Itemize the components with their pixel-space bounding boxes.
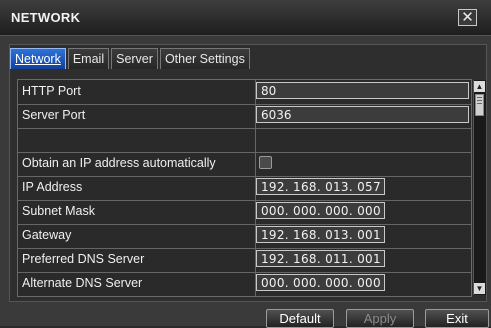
gateway-label: Gateway xyxy=(22,228,72,242)
close-button[interactable]: ✕ xyxy=(458,9,477,26)
preferred-dns-label: Preferred DNS Server xyxy=(22,252,145,266)
tab-network[interactable]: Network xyxy=(10,48,66,69)
network-window: NETWORK ✕ Network Email Server Other Set… xyxy=(0,0,491,328)
row-subnet-mask: Subnet Mask 000. 000. 000. 000 xyxy=(18,200,471,225)
default-button[interactable]: Default xyxy=(266,309,334,328)
http-port-input[interactable]: 80 xyxy=(256,82,469,99)
subnet-mask-input[interactable]: 000. 000. 000. 000 xyxy=(256,202,385,219)
server-port-input[interactable]: 6036 xyxy=(256,106,469,123)
vertical-scrollbar[interactable]: ▲ ▼ xyxy=(473,80,486,295)
gateway-input[interactable]: 192. 168. 013. 001 xyxy=(256,226,385,243)
server-port-label: Server Port xyxy=(22,108,86,122)
http-port-label: HTTP Port xyxy=(22,84,81,98)
row-http-port: HTTP Port 80 xyxy=(18,80,471,105)
ip-address-label: IP Address xyxy=(22,180,83,194)
window-title: NETWORK xyxy=(11,10,81,25)
row-obtain-ip: Obtain an IP address automatically xyxy=(18,152,471,177)
exit-button[interactable]: Exit xyxy=(425,309,489,328)
close-icon: ✕ xyxy=(461,9,474,26)
scroll-up-icon[interactable]: ▲ xyxy=(474,81,485,92)
tab-email[interactable]: Email xyxy=(67,48,110,69)
tab-bar: Network Email Server Other Settings xyxy=(10,48,252,70)
network-settings-grid: HTTP Port 80 Server Port 6036 Obtain an … xyxy=(17,79,472,297)
tab-other-settings[interactable]: Other Settings xyxy=(159,48,250,69)
obtain-ip-checkbox[interactable] xyxy=(259,156,272,169)
alternate-dns-label: Alternate DNS Server xyxy=(22,276,143,290)
row-ip-address: IP Address 192. 168. 013. 057 xyxy=(18,176,471,201)
scroll-down-icon[interactable]: ▼ xyxy=(474,283,485,294)
obtain-ip-label: Obtain an IP address automatically xyxy=(22,156,216,170)
row-server-port: Server Port 6036 xyxy=(18,104,471,129)
row-empty xyxy=(18,128,471,153)
title-bar: NETWORK ✕ xyxy=(0,0,491,36)
ip-address-input[interactable]: 192. 168. 013. 057 xyxy=(256,178,385,195)
row-gateway: Gateway 192. 168. 013. 001 xyxy=(18,224,471,249)
scroll-thumb[interactable] xyxy=(475,94,484,116)
apply-button[interactable]: Apply xyxy=(346,309,414,328)
preferred-dns-input[interactable]: 192. 168. 011. 001 xyxy=(256,250,385,267)
tab-server[interactable]: Server xyxy=(111,48,158,69)
subnet-mask-label: Subnet Mask xyxy=(22,204,95,218)
row-alternate-dns: Alternate DNS Server 000. 000. 000. 000 xyxy=(18,272,471,296)
row-preferred-dns: Preferred DNS Server 192. 168. 011. 001 xyxy=(18,248,471,273)
alternate-dns-input[interactable]: 000. 000. 000. 000 xyxy=(256,274,385,291)
